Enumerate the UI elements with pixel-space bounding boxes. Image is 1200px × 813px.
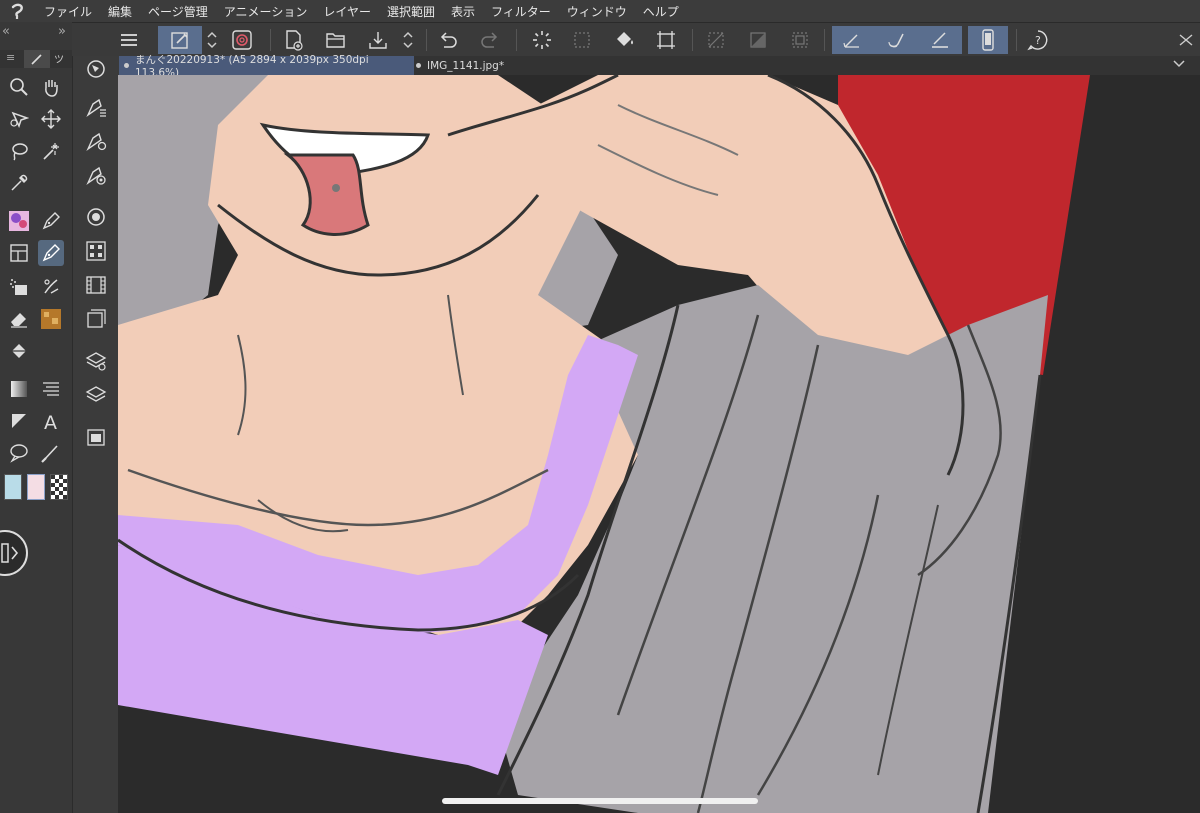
app-logo-icon[interactable] [0,0,36,22]
menu-selection[interactable]: 選択範囲 [379,3,443,20]
tool-panel: « » ≡ ツ A [0,22,72,813]
airbrush-icon[interactable] [6,274,32,300]
home-indicator [442,798,758,804]
snap-icon[interactable] [228,26,256,54]
menu-layer[interactable]: レイヤー [315,3,379,20]
brush-settings-icon[interactable] [83,128,109,154]
stepper-icon[interactable] [202,26,222,54]
menu-page[interactable]: ページ管理 [140,3,216,20]
brush-size-panel-icon[interactable] [83,162,109,188]
tab-list-chevron-icon[interactable] [1172,58,1186,73]
layer-select-icon[interactable] [158,26,202,54]
pen-tab-icon[interactable] [24,50,50,68]
sidebar-toggle-icon[interactable] [0,530,28,576]
tab-label: IMG_1141.jpg* [427,59,505,72]
main-color-swatch[interactable] [4,474,22,500]
frame-icon[interactable] [6,240,32,266]
collapse-panel-icon[interactable] [1172,26,1200,54]
menu-window[interactable]: ウィンドウ [559,3,635,20]
deselect-icon[interactable] [568,26,596,54]
layer-property-icon[interactable] [83,348,109,374]
move-icon[interactable] [38,106,64,132]
timeline-icon[interactable] [83,272,109,298]
pen-settings-group [832,26,962,54]
expand-selection-icon[interactable] [786,26,814,54]
pen-icon[interactable] [838,26,866,54]
eyedropper-icon[interactable] [6,170,32,196]
menu-animation[interactable]: アニメーション [216,3,316,20]
tab-dot-icon [416,63,421,68]
speed-lines-icon[interactable] [38,376,64,402]
lasso-icon[interactable] [6,138,32,164]
tool-panel-header: ≡ ツ [0,50,72,68]
stabilizer-icon[interactable] [882,26,910,54]
magic-wand-icon[interactable] [38,138,64,164]
menu-help[interactable]: ヘルプ [635,3,687,20]
pen-tool-icon[interactable] [38,208,64,234]
smartphone-icon[interactable] [968,26,1008,54]
menu-view[interactable]: 表示 [443,3,483,20]
fill-icon[interactable] [610,26,638,54]
sub-tool-thumbnail-icon[interactable] [6,208,32,234]
open-icon[interactable] [322,26,350,54]
clear-selection-icon[interactable] [702,26,730,54]
tab-document-1[interactable]: まんぐ20220913* (A5 2894 x 2039px 350dpi 11… [118,54,414,79]
figure-icon[interactable] [6,408,32,434]
panel-menu-icon[interactable]: ≡ [6,51,15,64]
tool-property-icon[interactable] [83,94,109,120]
new-icon[interactable] [280,26,308,54]
hand-icon[interactable] [38,74,64,100]
artwork-canvas[interactable] [118,75,1200,813]
page-panel-icon[interactable] [83,306,109,332]
transform-icon[interactable] [652,26,680,54]
tab-document-2[interactable]: IMG_1141.jpg* [410,56,536,75]
menu-edit[interactable]: 編集 [100,3,140,20]
gradient-icon[interactable] [6,376,32,402]
material-icon[interactable] [83,424,109,450]
decoration-icon[interactable] [38,306,64,332]
navigator-icon[interactable] [83,56,109,82]
zoom-icon[interactable] [6,74,32,100]
pen-tool-selected-icon[interactable] [38,240,64,266]
canvas-area[interactable] [118,75,1200,813]
brush-size-icon[interactable] [926,26,954,54]
hamburger-menu-icon[interactable] [116,26,142,54]
svg-text:A: A [44,412,57,431]
menu-bar: ファイル 編集 ページ管理 アニメーション レイヤー 選択範囲 表示 フィルター… [0,0,1200,22]
tab-dot-icon [124,63,129,68]
transparent-color-swatch[interactable] [50,474,68,500]
correct-line-icon[interactable] [38,440,64,466]
menu-file[interactable]: ファイル [36,3,100,20]
menu-filter[interactable]: フィルター [483,3,559,20]
document-tab-bar: まんぐ20220913* (A5 2894 x 2039px 350dpi 11… [118,54,1200,79]
blend-icon[interactable] [38,274,64,300]
text-icon[interactable]: A [38,408,64,434]
color-wheel-icon[interactable] [83,204,109,230]
sub-panel-column [72,56,119,813]
color-set-icon[interactable] [83,238,109,264]
balloon-icon[interactable] [6,440,32,466]
undo-icon[interactable] [434,26,462,54]
help-icon[interactable]: ? [1024,26,1052,54]
tool-tab-label[interactable]: ツ [54,51,64,66]
redo-icon[interactable] [476,26,504,54]
sub-color-swatch[interactable] [27,474,45,500]
layers-icon[interactable] [83,382,109,408]
save-icon[interactable] [364,26,392,54]
save-stepper-icon[interactable] [398,26,418,54]
object-select-icon[interactable] [6,106,32,132]
eraser-icon[interactable] [6,306,32,332]
loading-spinner-icon[interactable] [528,26,556,54]
svg-text:?: ? [1035,34,1041,47]
invert-selection-icon[interactable] [744,26,772,54]
collapse-left-icon[interactable]: « [2,24,10,39]
fill-bucket-icon[interactable] [6,338,32,364]
collapse-right-icon[interactable]: » [58,24,66,39]
